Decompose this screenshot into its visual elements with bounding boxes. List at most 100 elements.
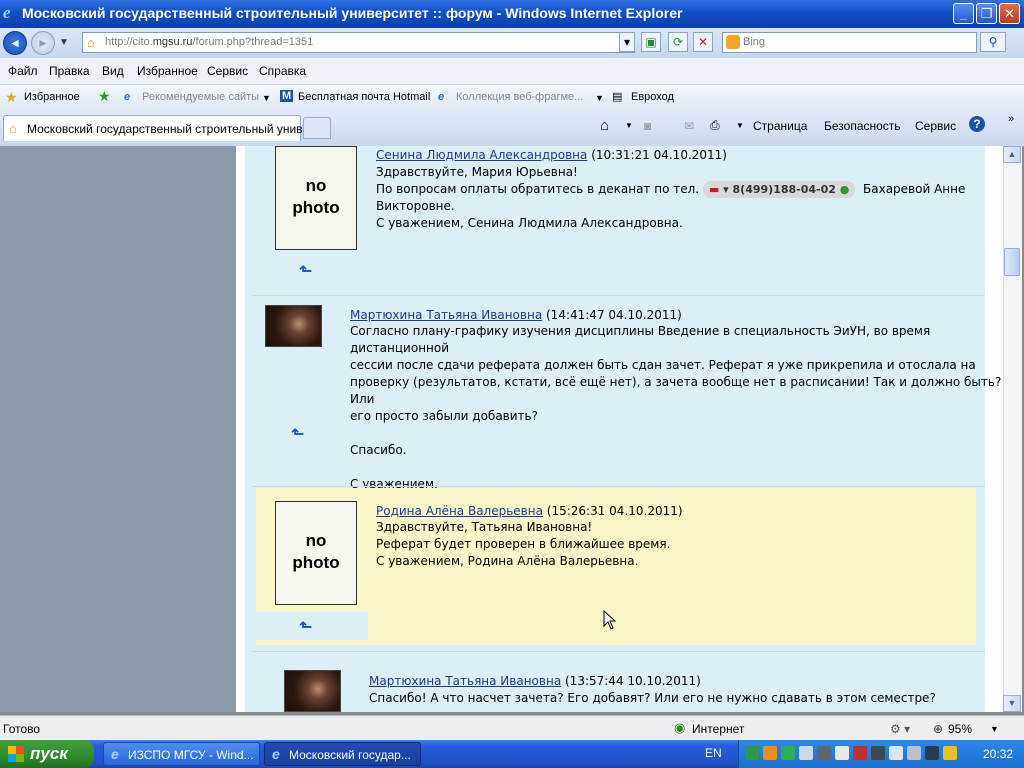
tray-app-icon[interactable] bbox=[799, 746, 813, 760]
tray-app-icon[interactable] bbox=[745, 746, 759, 760]
stop-icon[interactable]: ✕ bbox=[693, 32, 713, 52]
print-icon[interactable]: ⎙ bbox=[710, 118, 720, 133]
bing-logo-icon bbox=[726, 35, 740, 49]
reply-arrow-icon[interactable]: ⬑ bbox=[299, 261, 312, 281]
language-indicator[interactable]: EN bbox=[705, 746, 722, 760]
tab-active[interactable]: ⌂ Московский государственный строительны… bbox=[3, 115, 313, 141]
menu-bar: Файл Правка Вид Избранное Сервис Справка bbox=[0, 58, 1024, 85]
tray-app-icon[interactable] bbox=[781, 746, 795, 760]
menu-favorites[interactable]: Избранное bbox=[137, 64, 198, 78]
protected-mode-icon[interactable]: ⚙ ▾ bbox=[890, 722, 910, 736]
favorites-button[interactable]: Избранное bbox=[24, 91, 80, 103]
post-separator bbox=[252, 651, 985, 652]
fav-evrohod[interactable]: Евроход bbox=[631, 91, 674, 103]
compatibility-view-icon[interactable]: ▣ bbox=[641, 32, 661, 52]
rss-feed-icon[interactable]: ◙ bbox=[644, 119, 651, 133]
menu-view[interactable]: Вид bbox=[102, 64, 124, 78]
menu-file[interactable]: Файл bbox=[8, 64, 38, 78]
post-timestamp: (13:57:44 10.10.2011) bbox=[565, 674, 701, 688]
menu-help[interactable]: Справка bbox=[259, 64, 306, 78]
zoom-icon: ⊕ bbox=[933, 722, 944, 736]
post-author-link[interactable]: Мартюхина Татьяна Ивановна bbox=[350, 308, 542, 322]
evrohod-icon: ▤ bbox=[612, 91, 623, 103]
reply-arrow-icon[interactable]: ⬑ bbox=[291, 424, 304, 444]
chevron-down-icon[interactable]: ▼ bbox=[990, 724, 999, 734]
post-body: Согласно плану-графику изучения дисципли… bbox=[350, 324, 1002, 508]
search-icon[interactable]: ⚲ bbox=[980, 32, 1006, 52]
taskbar-item[interactable]: e ИЗСПО МГСУ - Wind... bbox=[103, 742, 260, 766]
scrollbar-thumb[interactable] bbox=[1004, 248, 1020, 276]
fav-web-slice-gallery[interactable]: Коллекция веб-фрагме... bbox=[456, 91, 583, 103]
post-separator bbox=[252, 486, 985, 487]
chevron-down-icon[interactable]: ▼ bbox=[625, 121, 633, 130]
post-author-link[interactable]: Мартюхина Татьяна Ивановна bbox=[369, 674, 561, 688]
tray-app-icon[interactable] bbox=[835, 746, 849, 760]
safety-menu[interactable]: Безопасность bbox=[824, 119, 901, 133]
menu-edit[interactable]: Правка bbox=[49, 64, 90, 78]
security-zone: Интернет bbox=[692, 722, 745, 736]
user-photo-avatar bbox=[284, 670, 341, 712]
fav-suggested-sites[interactable]: Рекомендуемые сайты bbox=[142, 91, 259, 103]
volume-icon[interactable] bbox=[871, 746, 885, 760]
new-tab-button[interactable] bbox=[303, 117, 331, 139]
vertical-scrollbar[interactable] bbox=[1003, 146, 1022, 712]
status-bar: Готово ◉ Интернет ⚙ ▾ ⊕ 95% ▼ bbox=[0, 715, 1024, 741]
ie-icon: e bbox=[272, 746, 280, 762]
recent-pages-dropdown-icon[interactable]: ▼ bbox=[59, 37, 69, 48]
reply-arrow-icon[interactable]: ⬑ bbox=[299, 617, 312, 637]
tray-app-icon[interactable] bbox=[817, 746, 831, 760]
post-author-link[interactable]: Родина Алёна Валерьевна bbox=[376, 504, 543, 518]
minimize-button[interactable]: _ bbox=[953, 3, 974, 24]
help-icon[interactable]: ? bbox=[969, 116, 985, 132]
tray-app-icon[interactable] bbox=[853, 746, 867, 760]
post-body: Здравствуйте, Татьяна Ивановна! Реферат … bbox=[376, 520, 671, 568]
post-timestamp: (14:41:47 04.10.2011) bbox=[546, 308, 682, 322]
taskbar-item-active[interactable]: e Московский государ... bbox=[264, 742, 421, 766]
address-url: http://cito.mgsu.ru/forum.php?thread=135… bbox=[105, 36, 314, 48]
forward-arrow-icon[interactable]: ► bbox=[31, 31, 55, 55]
post-author-line: Мартюхина Татьяна Ивановна (13:57:44 10.… bbox=[369, 674, 701, 688]
tray-app-icon[interactable] bbox=[943, 746, 957, 760]
zoom-level[interactable]: 95% bbox=[948, 722, 972, 736]
left-sidebar bbox=[0, 146, 236, 712]
tray-app-icon[interactable] bbox=[907, 746, 921, 760]
favorites-star-icon: ★ bbox=[5, 89, 18, 105]
back-arrow-icon[interactable]: ◄ bbox=[3, 31, 27, 55]
post-author-link[interactable]: Сенина Людмила Александровна bbox=[376, 148, 587, 162]
chevron-down-icon[interactable]: ▼ bbox=[262, 93, 271, 103]
add-favorite-icon[interactable]: ★ bbox=[98, 88, 111, 105]
tools-menu[interactable]: Сервис bbox=[915, 119, 956, 133]
network-icon[interactable] bbox=[889, 746, 903, 760]
menu-tools[interactable]: Сервис bbox=[207, 64, 248, 78]
search-input[interactable]: Bing bbox=[722, 32, 977, 53]
close-button[interactable]: ✕ bbox=[999, 3, 1020, 24]
refresh-icon[interactable]: ⟳ bbox=[668, 32, 688, 52]
skype-phone-badge[interactable]: ▬ ▾ 8(499)188-04-02 ● bbox=[702, 181, 856, 198]
address-dropdown-icon[interactable]: ▾ bbox=[619, 32, 635, 52]
no-photo-avatar: no photo bbox=[275, 146, 357, 250]
call-icon: ● bbox=[839, 183, 850, 196]
start-button[interactable]: пуск bbox=[0, 740, 94, 768]
page-menu[interactable]: Страница bbox=[753, 119, 807, 133]
ie-icon: e bbox=[111, 746, 119, 762]
scroll-up-button[interactable]: ▲ bbox=[1003, 146, 1021, 163]
fav-hotmail[interactable]: Бесплатная почта Hotmail bbox=[298, 91, 430, 103]
post-author-line: Сенина Людмила Александровна (10:31:21 0… bbox=[376, 148, 727, 162]
status-text: Готово bbox=[3, 722, 41, 736]
post-timestamp: (15:26:31 04.10.2011) bbox=[546, 504, 683, 518]
more-commands-icon[interactable]: » bbox=[1008, 113, 1014, 125]
chevron-down-icon[interactable]: ▼ bbox=[736, 121, 744, 130]
mouse-cursor-icon bbox=[603, 610, 617, 630]
home-icon[interactable]: ⌂ bbox=[600, 117, 609, 134]
windows-logo-icon bbox=[8, 746, 24, 762]
tray-app-icon[interactable] bbox=[763, 746, 777, 760]
chevron-down-icon[interactable]: ▼ bbox=[595, 93, 604, 103]
mail-icon[interactable]: ✉ bbox=[684, 119, 694, 133]
post-body: Спасибо! А что насчет зачета? Его добавя… bbox=[369, 691, 936, 705]
maximize-button[interactable]: ❐ bbox=[976, 3, 997, 24]
post-separator bbox=[252, 295, 985, 296]
scroll-down-button[interactable]: ▼ bbox=[1003, 695, 1021, 712]
tray-app-icon[interactable] bbox=[925, 746, 939, 760]
post-timestamp: (10:31:21 04.10.2011) bbox=[591, 148, 727, 162]
address-bar[interactable]: ⌂ http://cito.mgsu.ru/forum.php?thread=1… bbox=[82, 32, 635, 53]
